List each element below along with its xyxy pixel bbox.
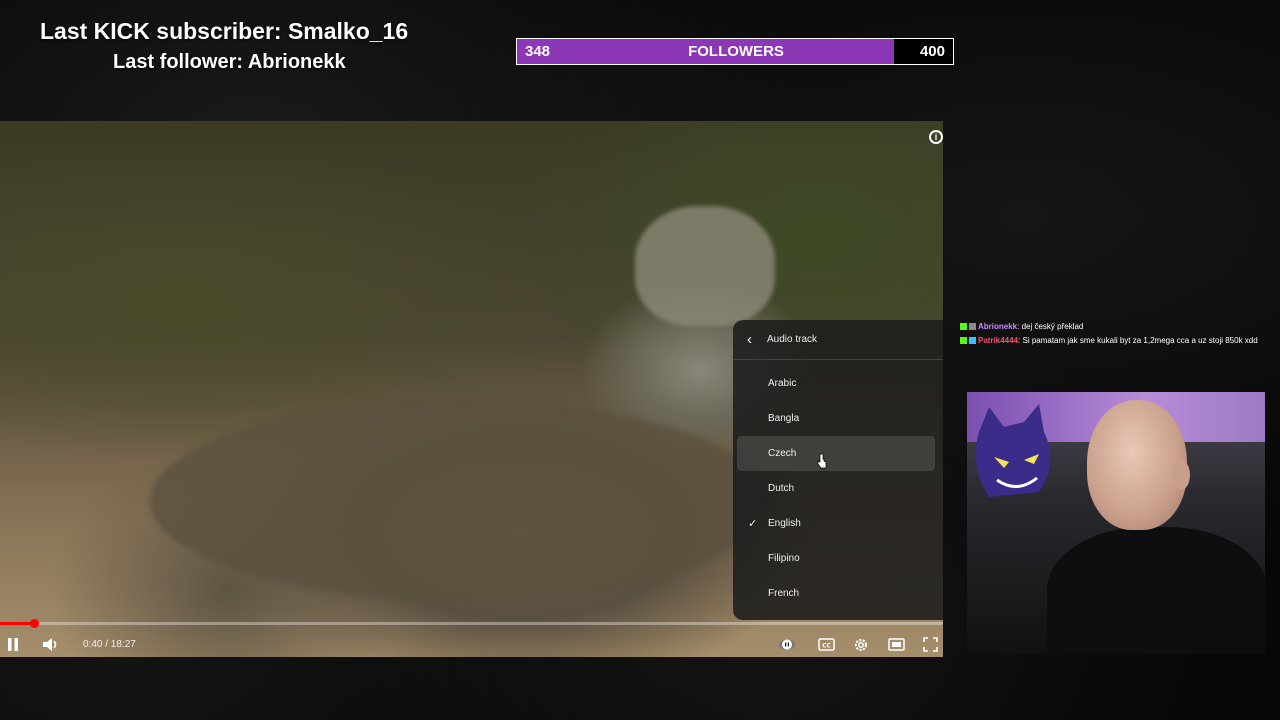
video-frame-subject	[150, 401, 770, 601]
audio-track-option[interactable]: Dutch	[737, 471, 935, 506]
option-label: Arabic	[768, 378, 797, 389]
follower-goal-bar: FOLLOWERS 348 400	[516, 38, 954, 65]
chat-username[interactable]: Patrik4444	[978, 336, 1018, 345]
audio-track-option[interactable]: ✓ English	[737, 506, 935, 541]
streamer-head	[1087, 400, 1187, 530]
audio-track-option[interactable]: French	[737, 576, 935, 611]
kick-badge-icon	[960, 337, 967, 345]
sub-badge-icon	[969, 323, 976, 331]
option-label: Bangla	[768, 413, 800, 424]
follower-goal-label: FOLLOWERS	[688, 43, 784, 60]
pause-icon[interactable]	[7, 638, 19, 651]
chat-text: : Si pamatam jak sme kukali byt za 1,2me…	[1018, 336, 1258, 345]
video-frame-subject-head	[635, 206, 775, 326]
progress-bar[interactable]	[0, 619, 943, 628]
audio-track-option[interactable]: Bangla	[737, 401, 935, 436]
last-follower-text: Last follower: Abrionekk	[113, 51, 346, 73]
chat-panel: Abrionekk: dej český překlad Patrik4444:…	[960, 320, 1270, 348]
webcam-feed	[967, 392, 1265, 654]
cat-mascot-icon	[975, 404, 1051, 497]
chat-message: Patrik4444: Si pamatam jak sme kukali by…	[960, 334, 1270, 347]
svg-text:CC: CC	[822, 643, 831, 650]
theater-icon[interactable]	[888, 638, 905, 651]
checkmark-icon: ✓	[748, 518, 758, 530]
player-controls: 0:40 / 18:27 CC	[0, 632, 943, 657]
menu-title: Audio track	[767, 334, 818, 345]
option-label: Czech	[768, 448, 797, 459]
chat-message: Abrionekk: dej český překlad	[960, 320, 1270, 333]
autoplay-icon[interactable]	[779, 638, 795, 651]
progress-scrubber[interactable]	[29, 619, 39, 628]
follower-goal-start: 348	[525, 43, 551, 60]
chevron-left-icon: ‹	[747, 331, 752, 348]
audio-track-option[interactable]: Filipino	[737, 541, 935, 576]
progress-played	[0, 622, 34, 625]
audio-track-option[interactable]: Arabic	[737, 366, 935, 401]
audio-track-list: Arabic Bangla Czech Dutch ✓ English Filip…	[733, 360, 943, 611]
chat-text: : dej český překlad	[1017, 322, 1084, 331]
streamer-ear	[1172, 460, 1190, 490]
fullscreen-icon[interactable]	[923, 637, 938, 652]
sub-badge-icon	[969, 337, 976, 345]
option-label: Dutch	[768, 483, 795, 494]
last-subscriber-text: Last KICK subscriber: Smalko_16	[40, 18, 409, 44]
option-label: French	[768, 588, 800, 599]
subtitles-icon[interactable]: CC	[818, 638, 835, 651]
option-label: English	[768, 518, 801, 529]
option-label: Filipino	[768, 553, 800, 564]
time-display: 0:40 / 18:27	[83, 639, 136, 650]
video-player[interactable]: i ‹ Audio track Arabic Bangla Czech Dutc…	[0, 121, 943, 657]
menu-back-button[interactable]: ‹ Audio track	[733, 320, 943, 360]
info-icon[interactable]: i	[929, 130, 943, 144]
audio-track-option[interactable]: Czech	[737, 436, 935, 471]
follower-goal-end: 400	[919, 43, 945, 60]
volume-icon[interactable]	[42, 637, 60, 652]
chat-username[interactable]: Abrionekk	[978, 322, 1017, 331]
kick-badge-icon	[960, 323, 967, 331]
hand-cursor-icon	[817, 453, 827, 469]
audio-track-menu: ‹ Audio track Arabic Bangla Czech Dutch …	[733, 320, 943, 620]
settings-icon[interactable]	[853, 637, 869, 653]
streamer-body	[1047, 527, 1265, 654]
